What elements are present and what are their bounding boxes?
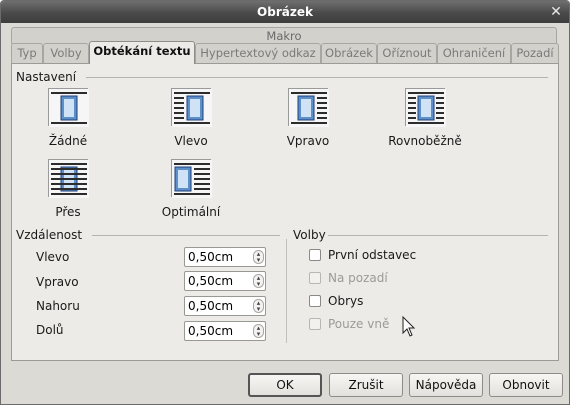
outside-only-label: Pouze vně — [328, 317, 390, 331]
spacing-left-label: Vlevo — [36, 250, 70, 264]
wrap-none-label: Žádné — [48, 134, 88, 148]
cancel-button[interactable]: Zrušit — [329, 373, 403, 397]
group-separator — [286, 239, 287, 343]
tab-image[interactable]: Obrázek — [321, 43, 377, 63]
checkbox-box[interactable] — [309, 272, 321, 284]
wrap-optimal-icon — [171, 159, 212, 198]
wrap-none-option[interactable]: Žádné — [23, 88, 113, 148]
wrap-left-option[interactable]: Vlevo — [146, 88, 236, 148]
spacing-right-label: Vpravo — [36, 275, 79, 289]
spacing-bottom-input[interactable] — [187, 323, 251, 339]
mouse-cursor-icon — [402, 316, 416, 337]
close-icon[interactable]: ✕ — [549, 5, 563, 19]
spacing-right-input[interactable] — [187, 273, 251, 289]
spin-arrows-icon[interactable]: ▴ ▾ — [253, 250, 264, 264]
tab-background[interactable]: Pozadí — [511, 43, 559, 63]
spin-arrows-icon[interactable]: ▴ ▾ — [253, 299, 264, 313]
options-divider — [328, 235, 548, 236]
wrap-through-option[interactable]: Přes — [23, 159, 113, 219]
checkbox-box[interactable] — [309, 318, 321, 330]
spacing-bottom-label: Dolů — [36, 323, 64, 337]
wrap-optimal-label: Optimální — [161, 205, 221, 219]
image-dialog: Obrázek ✕ Makro Typ Volby Obtékání textu… — [0, 0, 570, 405]
in-background-checkbox[interactable]: Na pozadí — [309, 270, 449, 288]
options-heading: Volby — [293, 228, 326, 242]
spacing-bottom-stepper[interactable]: ▴▾ — [184, 321, 266, 341]
wrap-left-label: Vlevo — [174, 134, 208, 148]
settings-heading: Nastavení — [16, 70, 77, 84]
help-button[interactable]: Nápověda — [409, 373, 483, 397]
wrap-through-icon — [48, 159, 89, 198]
tab-bar: Typ Volby Obtékání textu Hypertextový od… — [11, 41, 559, 64]
wrap-right-icon — [288, 88, 329, 127]
wrap-through-label: Přes — [55, 205, 81, 219]
wrap-optimal-option[interactable]: Optimální — [146, 159, 236, 219]
contour-label: Obrys — [328, 294, 364, 308]
spacing-divider — [92, 235, 280, 236]
first-paragraph-checkbox[interactable]: První odstavec — [309, 247, 449, 265]
spacing-left-stepper[interactable]: ▴▾ — [184, 247, 266, 267]
tab-volby[interactable]: Volby — [43, 43, 89, 63]
spacing-top-label: Nahoru — [36, 299, 80, 313]
checkbox-box[interactable] — [309, 249, 321, 261]
spin-arrows-icon[interactable]: ▴ ▾ — [253, 274, 264, 288]
reset-button[interactable]: Obnovit — [489, 373, 563, 397]
spacing-top-input[interactable] — [187, 298, 251, 314]
title-bar[interactable]: Obrázek ✕ — [1, 1, 569, 23]
ok-button[interactable]: OK — [248, 373, 322, 397]
contour-checkbox[interactable]: Obrys — [309, 293, 449, 311]
wrap-parallel-label: Rovnoběžně — [388, 134, 462, 148]
tab-hyperlink[interactable]: Hypertextový odkaz — [195, 43, 321, 63]
wrap-parallel-icon — [405, 88, 446, 127]
spacing-top-stepper[interactable]: ▴▾ — [184, 296, 266, 316]
tab-text-wrap[interactable]: Obtékání textu — [89, 41, 195, 64]
wrap-parallel-option[interactable]: Rovnoběžně — [380, 88, 470, 148]
wrap-right-option[interactable]: Vpravo — [263, 88, 353, 148]
outside-only-checkbox[interactable]: Pouze vně — [309, 316, 449, 334]
first-paragraph-label: První odstavec — [328, 248, 417, 262]
spacing-left-input[interactable] — [187, 249, 251, 265]
checkbox-box[interactable] — [309, 295, 321, 307]
spin-arrows-icon[interactable]: ▴ ▾ — [253, 324, 264, 338]
tab-panel: Nastavení Žádné Vlevo Vpravo Rovnoběžně … — [11, 63, 559, 361]
tab-typ[interactable]: Typ — [11, 43, 43, 63]
wrap-left-icon — [171, 88, 212, 127]
dialog-title: Obrázek — [257, 5, 313, 19]
spacing-heading: Vzdálenost — [16, 228, 83, 242]
tab-crop[interactable]: Oříznout — [377, 43, 437, 63]
settings-divider — [86, 77, 548, 78]
spacing-right-stepper[interactable]: ▴▾ — [184, 271, 266, 291]
tab-borders[interactable]: Ohraničení — [437, 43, 511, 63]
in-background-label: Na pozadí — [328, 271, 388, 285]
wrap-none-icon — [48, 88, 89, 127]
wrap-right-label: Vpravo — [286, 134, 330, 148]
